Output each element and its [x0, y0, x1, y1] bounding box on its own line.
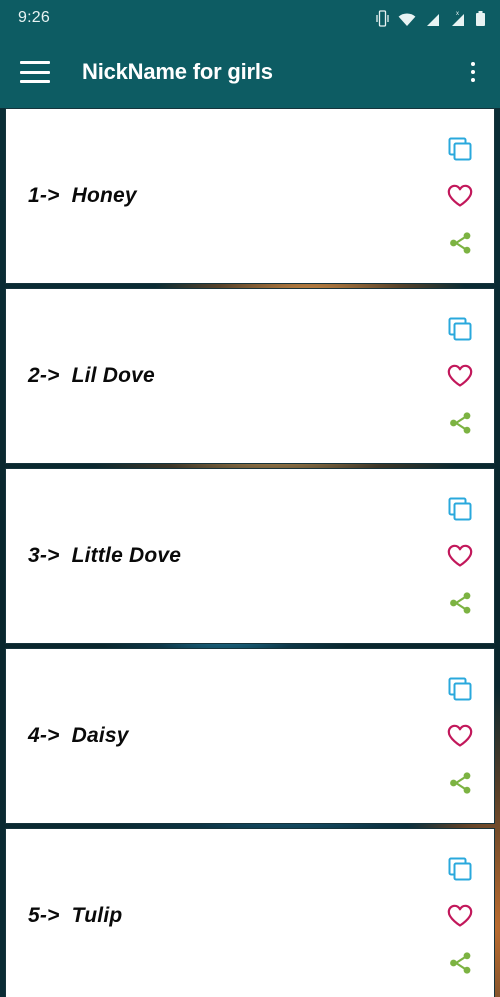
nickname-label: 5-> Tulip [28, 904, 123, 927]
overflow-dot [471, 70, 475, 74]
status-bar: 9:26 x [0, 0, 500, 36]
svg-text:x: x [456, 11, 459, 17]
list-item-actions [438, 289, 482, 463]
nickname-label: 2-> Lil Dove [28, 364, 155, 387]
list-item[interactable]: 4-> Daisy [5, 648, 495, 824]
heart-icon[interactable] [445, 181, 475, 211]
list-item[interactable]: 2-> Lil Dove [5, 288, 495, 464]
copy-icon[interactable] [445, 674, 475, 704]
hamburger-line [20, 70, 50, 74]
heart-icon[interactable] [445, 721, 475, 751]
heart-icon[interactable] [445, 541, 475, 571]
overflow-dot [471, 78, 475, 82]
copy-icon[interactable] [445, 854, 475, 884]
list-item-actions [438, 469, 482, 643]
heart-icon[interactable] [445, 361, 475, 391]
copy-icon[interactable] [445, 314, 475, 344]
status-icons: x [376, 9, 486, 27]
overflow-menu-icon[interactable] [460, 59, 486, 85]
hamburger-line [20, 61, 50, 64]
hamburger-menu-icon[interactable] [20, 61, 50, 83]
overflow-dot [471, 62, 475, 66]
status-time: 9:26 [18, 9, 50, 26]
nickname-list: 1-> Honey 2-> Lil Dove 3-> Little Dove 4… [0, 108, 500, 997]
wifi-icon [398, 13, 416, 26]
share-icon[interactable] [445, 768, 475, 798]
list-item[interactable]: 1-> Honey [5, 108, 495, 284]
nickname-label: 1-> Honey [28, 184, 137, 207]
share-icon[interactable] [445, 948, 475, 978]
share-icon[interactable] [445, 588, 475, 618]
list-item-actions [438, 829, 482, 997]
heart-icon[interactable] [445, 901, 475, 931]
list-item-actions [438, 109, 482, 283]
copy-icon[interactable] [445, 134, 475, 164]
vibrate-icon [376, 9, 389, 27]
share-icon[interactable] [445, 408, 475, 438]
list-item[interactable]: 3-> Little Dove [5, 468, 495, 644]
copy-icon[interactable] [445, 494, 475, 524]
battery-icon [476, 10, 485, 26]
nickname-label: 4-> Daisy [28, 724, 129, 747]
list-item-actions [438, 649, 482, 823]
hamburger-line [20, 80, 50, 83]
list-item[interactable]: 5-> Tulip [5, 828, 495, 997]
page-title: NickName for girls [82, 59, 273, 84]
share-icon[interactable] [445, 228, 475, 258]
signal-x-icon: x [452, 11, 464, 26]
nickname-label: 3-> Little Dove [28, 544, 182, 567]
app-bar: NickName for girls [0, 36, 500, 108]
signal-icon [427, 13, 439, 26]
